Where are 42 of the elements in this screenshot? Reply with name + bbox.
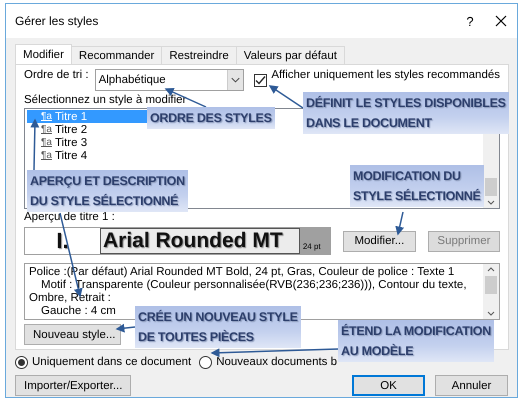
style-item[interactable]: ¶a Titre 4 <box>27 149 147 162</box>
annotation-tooltip: DÉFINIT LE STYLES DISPONIBLES DANS LE DOCUMENT <box>303 92 509 134</box>
callout-arrow <box>116 324 136 333</box>
tab[interactable]: Modifier <box>15 44 72 64</box>
checkbox-label: Afficher uniquement les styles recommandés <box>271 69 500 81</box>
window-title: Gérer les styles <box>15 14 100 28</box>
help-button[interactable]: ? <box>455 14 485 28</box>
paragraph-style-icon: ¶a <box>41 150 52 161</box>
scroll-thumb[interactable] <box>485 276 497 294</box>
callout-arrow <box>30 118 40 170</box>
scroll-down-icon[interactable] <box>487 311 495 317</box>
radio-option[interactable]: Uniquement dans ce document <box>15 356 192 368</box>
close-icon[interactable] <box>495 15 507 27</box>
dialog-button[interactable]: Annuler <box>435 375 508 396</box>
paragraph-style-icon: ¶a <box>41 111 52 122</box>
style-item[interactable]: ¶a Titre 2 <box>27 123 147 136</box>
dialog-button[interactable]: OK <box>352 375 425 396</box>
scroll-up-icon[interactable] <box>487 266 495 272</box>
paragraph-style-icon: ¶a <box>41 124 52 135</box>
annotation-tooltip: CRÉE UN NOUVEAU STYLE DE TOUTES PIÈCES <box>135 306 301 348</box>
scrollbar[interactable] <box>483 264 499 319</box>
style-item[interactable]: ¶a Titre 3 <box>27 136 147 149</box>
paragraph-style-icon: ¶a <box>41 137 52 148</box>
caret-icon <box>227 70 244 90</box>
modify-button[interactable]: Modifier... <box>342 230 416 252</box>
radio-option[interactable]: Nouveaux documents b <box>199 356 338 368</box>
annotation-tooltip: ORDRE DES STYLES <box>147 107 275 129</box>
sort-label: Ordre de tri : <box>24 69 89 81</box>
annotation-tooltip: APERÇU ET DESCRIPTION DU STYLE SÉLECTIONNÉ <box>27 170 188 212</box>
sort-dropdown[interactable]: Alphabétique <box>94 69 244 91</box>
annotation-tooltip: ÉTEND LA MODIFICATION AU MODÈLE <box>338 320 494 362</box>
tab[interactable]: Valeurs par défaut <box>236 46 345 64</box>
preview-label: Aperçu de titre 1 : <box>24 211 115 223</box>
callout-arrow <box>395 212 404 236</box>
dialog-button[interactable]: Importer/Exporter... <box>15 375 131 396</box>
annotation-tooltip: MODIFICATION DU STYLE SÉLECTIONNÉ <box>350 165 484 207</box>
new-style-button[interactable]: Nouveau style... <box>24 324 121 345</box>
style-list-label: Sélectionnez un style à modifier <box>24 94 186 106</box>
callout-arrow <box>268 85 304 109</box>
scroll-down-icon[interactable] <box>487 200 495 206</box>
scroll-thumb[interactable] <box>485 178 497 196</box>
checkbox[interactable] <box>254 74 268 86</box>
